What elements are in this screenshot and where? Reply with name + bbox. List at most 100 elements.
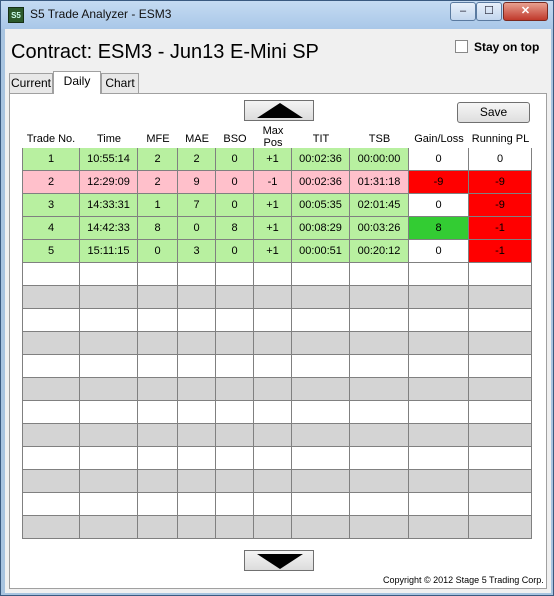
table-cell — [138, 309, 178, 332]
table-cell — [22, 470, 80, 493]
table-cell: 0 — [216, 171, 254, 194]
table-cell — [80, 286, 138, 309]
table-cell — [178, 401, 216, 424]
table-cell — [409, 378, 469, 401]
tab-current[interactable]: Current — [9, 73, 53, 93]
table-cell — [216, 401, 254, 424]
app-icon: S5 — [8, 7, 24, 23]
table-row[interactable]: 4 14:42:33 8 0 8 +1 00:08:29 00:03:26 8 -1 — [22, 217, 538, 240]
table-cell — [138, 286, 178, 309]
table-cell — [138, 470, 178, 493]
client-area: Contract: ESM3 - Jun13 E-Mini SP Stay on… — [5, 29, 551, 593]
table-cell — [22, 401, 80, 424]
tab-chart[interactable]: Chart — [101, 73, 139, 93]
table-cell — [22, 286, 80, 309]
minimize-button[interactable]: – — [450, 2, 476, 21]
table-cell — [138, 263, 178, 286]
table-cell: 01:31:18 — [350, 171, 409, 194]
header-tsb: TSB — [368, 133, 391, 145]
table-cell — [469, 401, 532, 424]
table-cell — [178, 470, 216, 493]
table-cell — [178, 355, 216, 378]
table-row[interactable] — [22, 263, 538, 286]
table-cell — [80, 263, 138, 286]
table-cell: +1 — [254, 194, 292, 217]
table-cell: 00:03:26 — [350, 217, 409, 240]
table-cell — [292, 447, 350, 470]
table-cell — [409, 447, 469, 470]
table-cell: -1 — [469, 217, 532, 240]
table-cell — [80, 355, 138, 378]
table-cell: 02:01:45 — [350, 194, 409, 217]
title-bar[interactable]: S5 S5 Trade Analyzer - ESM3 – ☐ ✕ — [1, 1, 553, 29]
table-cell — [138, 424, 178, 447]
table-cell: 8 — [138, 217, 178, 240]
table-row[interactable] — [22, 378, 538, 401]
table-row[interactable] — [22, 355, 538, 378]
table-cell — [469, 447, 532, 470]
table-cell — [254, 424, 292, 447]
table-cell — [254, 493, 292, 516]
table-row[interactable]: 3 14:33:31 1 7 0 +1 00:05:35 02:01:45 0 -9 — [22, 194, 538, 217]
table-cell — [22, 309, 80, 332]
table-cell: 15:11:15 — [80, 240, 138, 263]
scroll-down-button[interactable] — [244, 550, 314, 571]
table-row[interactable] — [22, 516, 538, 539]
table-cell — [178, 424, 216, 447]
table-row[interactable]: 1 10:55:14 2 2 0 +1 00:02:36 00:00:00 0 0 — [22, 148, 538, 171]
table-cell: +1 — [254, 240, 292, 263]
table-row[interactable] — [22, 401, 538, 424]
table-cell — [80, 309, 138, 332]
table-cell — [22, 516, 80, 539]
table-cell: 12:29:09 — [80, 171, 138, 194]
table-cell: 2 — [22, 171, 80, 194]
triangle-down-icon — [257, 554, 303, 569]
stay-on-top-option[interactable]: Stay on top — [455, 40, 539, 54]
scroll-up-button[interactable] — [244, 100, 314, 121]
maximize-button[interactable]: ☐ — [476, 2, 502, 21]
stay-on-top-label: Stay on top — [474, 40, 540, 54]
table-cell — [216, 309, 254, 332]
table-cell: 3 — [22, 194, 80, 217]
table-cell — [254, 309, 292, 332]
table-row[interactable] — [22, 332, 538, 355]
tab-daily[interactable]: Daily — [53, 71, 101, 94]
save-button[interactable]: Save — [457, 102, 530, 123]
table-cell: 0 — [409, 148, 469, 171]
table-row[interactable] — [22, 447, 538, 470]
table-cell — [350, 447, 409, 470]
table-cell — [138, 355, 178, 378]
app-window: S5 S5 Trade Analyzer - ESM3 – ☐ ✕ Contra… — [0, 0, 554, 596]
table-row[interactable] — [22, 470, 538, 493]
table-cell: -1 — [469, 240, 532, 263]
table-cell — [138, 493, 178, 516]
table-row[interactable]: 2 12:29:09 2 9 0 -1 00:02:36 01:31:18 -9 -9 — [22, 171, 538, 194]
close-button[interactable]: ✕ — [503, 2, 548, 21]
table-cell: 0 — [178, 217, 216, 240]
table-row[interactable] — [22, 493, 538, 516]
table-cell: 5 — [22, 240, 80, 263]
table-cell — [178, 332, 216, 355]
table-cell — [469, 286, 532, 309]
table-cell — [254, 378, 292, 401]
table-cell — [292, 424, 350, 447]
table-cell — [216, 424, 254, 447]
table-cell — [80, 470, 138, 493]
table-cell: 10:55:14 — [80, 148, 138, 171]
table-row[interactable] — [22, 424, 538, 447]
table-cell: 4 — [22, 217, 80, 240]
table-row[interactable] — [22, 286, 538, 309]
table-cell — [254, 401, 292, 424]
table-cell — [178, 378, 216, 401]
table-cell — [138, 378, 178, 401]
table-cell: 1 — [22, 148, 80, 171]
table-row[interactable]: 5 15:11:15 0 3 0 +1 00:00:51 00:20:12 0 -1 — [22, 240, 538, 263]
table-cell — [469, 263, 532, 286]
table-cell — [350, 263, 409, 286]
stay-on-top-checkbox[interactable] — [455, 40, 468, 53]
table-cell: 14:33:31 — [80, 194, 138, 217]
table-cell — [254, 470, 292, 493]
table-cell — [409, 309, 469, 332]
table-row[interactable] — [22, 309, 538, 332]
header-mfe: MFE — [146, 133, 170, 145]
